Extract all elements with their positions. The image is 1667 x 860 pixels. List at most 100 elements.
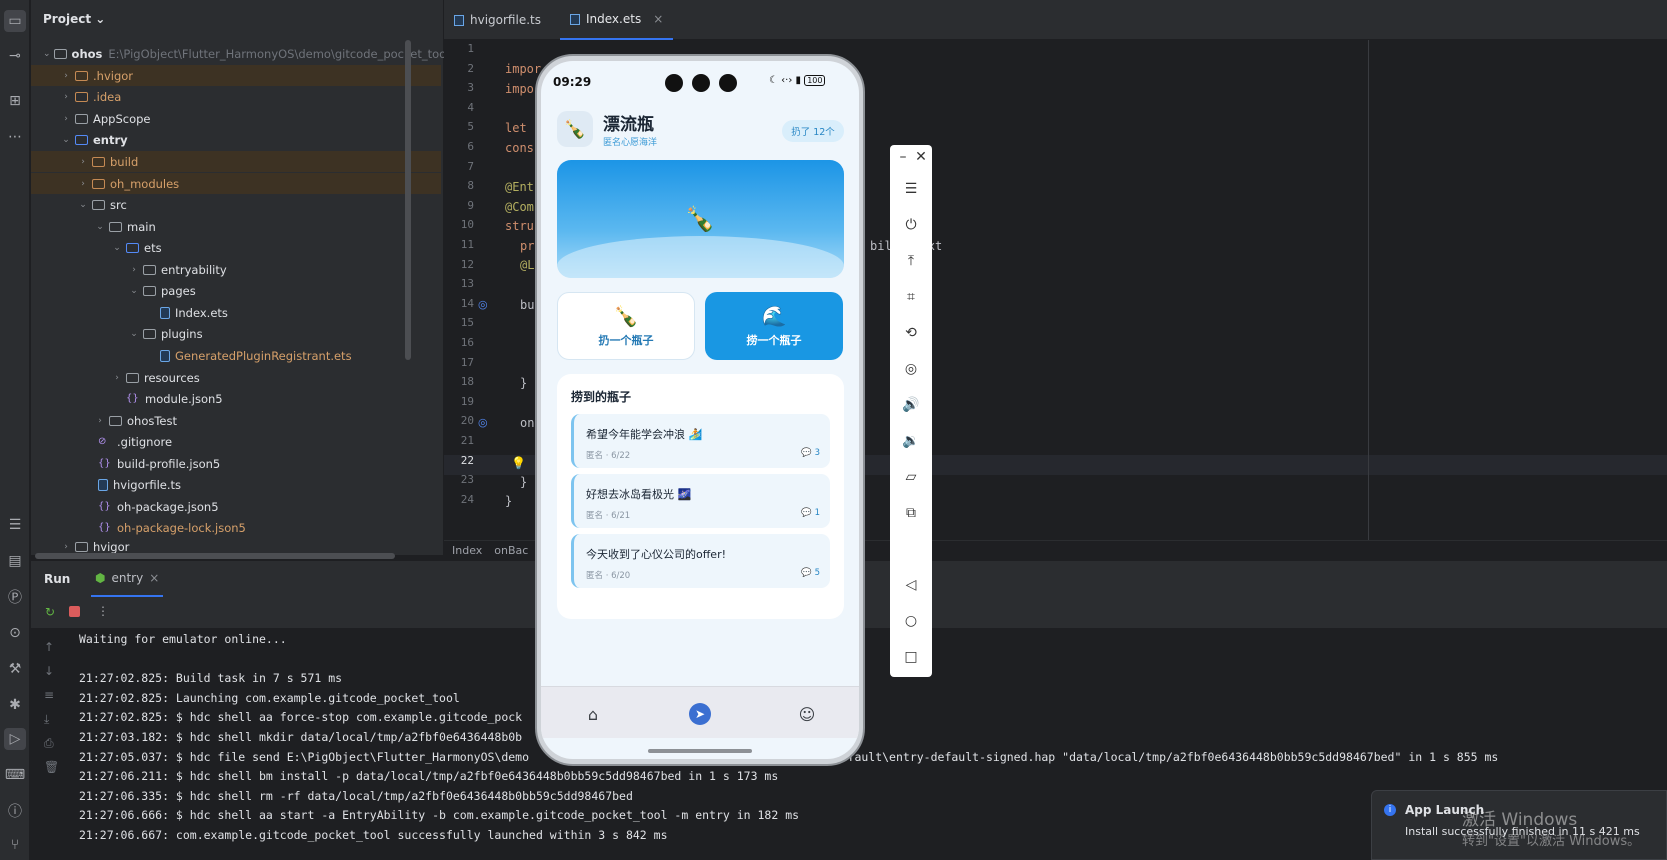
code-line-24: }	[505, 494, 512, 508]
tree-item[interactable]: ⌄ plugins	[31, 323, 441, 344]
profiler-icon[interactable]: Ⓟ	[4, 586, 26, 608]
commit-icon[interactable]: ⊸	[4, 45, 26, 67]
stop-icon[interactable]	[69, 606, 80, 617]
tree-item[interactable]: ⌄ entry	[31, 129, 441, 150]
run-config-tab[interactable]: ⬢ entry ×	[91, 561, 164, 597]
tree-item[interactable]: Index.ets	[31, 302, 441, 323]
rotate-icon[interactable]: ⟲	[890, 325, 932, 341]
close-icon[interactable]: ✕	[900, 149, 942, 165]
home-indicator[interactable]	[648, 749, 752, 753]
more-options-icon[interactable]: ⋮	[97, 604, 109, 618]
tab-index[interactable]: Index.ets ×	[560, 0, 674, 40]
tree-item[interactable]: hvigorfile.ts	[31, 474, 441, 495]
project-folder-icon[interactable]: ▭	[4, 10, 26, 32]
tree-item[interactable]: › ohosTest	[31, 410, 441, 431]
services-icon[interactable]: ⊙	[4, 622, 26, 644]
multi-screen-icon[interactable]: ⧉	[890, 505, 932, 521]
tree-item[interactable]: ⌄ ets	[31, 237, 441, 258]
tree-scrollbar-vertical[interactable]	[405, 40, 411, 360]
crop-icon[interactable]: ⌗	[890, 289, 932, 305]
tree-item[interactable]: › resources	[31, 367, 441, 388]
scroll-up-icon[interactable]: ↑	[44, 640, 54, 654]
tree-item[interactable]: ⊘ .gitignore	[31, 431, 441, 452]
breadcrumb-item[interactable]: onBac	[494, 544, 528, 557]
code-token: stru	[505, 219, 534, 233]
layers-icon[interactable]: ▤	[4, 550, 26, 572]
chevron-down-icon: ⌄	[43, 48, 51, 59]
close-icon[interactable]: ×	[149, 571, 159, 585]
folder-icon	[92, 178, 105, 189]
project-header[interactable]: Project ⌄	[43, 12, 105, 26]
lightbulb-icon[interactable]: 💡	[511, 456, 526, 470]
activation-watermark: 激活 Windows	[1462, 810, 1578, 830]
tree-item[interactable]: GeneratedPluginRegistrant.ets	[31, 345, 441, 366]
upload-icon[interactable]: ⤒	[890, 253, 932, 269]
tree-item[interactable]: › AppScope	[31, 108, 441, 129]
tree-item[interactable]: › .hvigor	[31, 65, 441, 86]
debug-icon[interactable]: ✱	[4, 694, 26, 716]
back-icon[interactable]: ◁	[890, 577, 932, 593]
emulator-toolbar: – ✕ ☰ ⏻ ⤒ ⌗ ⟲ ◎ 🔊 🔉 ▱ ⧉ ◁ ○ □	[890, 145, 932, 677]
volume-up-icon[interactable]: 🔊	[890, 397, 932, 413]
pick-bottle-button[interactable]: 🌊 捞一个瓶子	[705, 292, 843, 360]
tree-root-label: ohos	[71, 46, 103, 61]
wave-shape	[557, 236, 844, 278]
bottle-meta: 匿名 · 6/22	[586, 451, 631, 461]
tree-scrollbar-horizontal[interactable]	[35, 553, 395, 559]
ocean-banner[interactable]: 🍾	[557, 160, 844, 278]
power-icon[interactable]: ⏻	[890, 217, 932, 233]
user-icon[interactable]: ☺	[796, 703, 818, 725]
home-icon[interactable]: ○	[890, 613, 932, 629]
list-item[interactable]: 今天收到了心仪公司的offer! 匿名 · 6/20 💬 5	[571, 534, 830, 588]
code-token: impo	[505, 82, 534, 96]
throw-bottle-button[interactable]: 🍾 扔一个瓶子	[557, 292, 695, 360]
tree-item[interactable]: {} module.json5	[31, 388, 441, 409]
rerun-icon[interactable]: ↻	[45, 605, 55, 619]
overview-icon[interactable]: □	[890, 649, 932, 665]
run-icon[interactable]: ▷	[4, 728, 26, 750]
problems-icon[interactable]: ⓘ	[4, 800, 26, 822]
tree-item[interactable]: ⌄ src	[31, 194, 441, 215]
line-number: 21	[460, 434, 474, 447]
screenshot-icon[interactable]: ◎	[890, 361, 932, 377]
structure-icon[interactable]: ⊞	[4, 90, 26, 112]
volume-down-icon[interactable]: 🔉	[890, 433, 932, 449]
tree-item[interactable]: ⌄ main	[31, 216, 441, 237]
tree-item-label: hvigor	[93, 540, 130, 554]
tree-root[interactable]: ⌄ ohos E:\PigObject\Flutter_HarmonyOS\demo…	[31, 43, 468, 64]
tab-hvigorfile[interactable]: hvigorfile.ts	[444, 0, 551, 40]
scroll-to-end-icon[interactable]: ⤓	[44, 712, 49, 727]
list-item[interactable]: 好想去冰岛看极光 🌌 匿名 · 6/21 💬 1	[571, 474, 830, 528]
close-icon[interactable]: ×	[653, 12, 663, 26]
build-icon[interactable]: ⚒	[4, 658, 26, 680]
tree-item[interactable]: › entryability	[31, 259, 441, 280]
home-icon[interactable]: ⌂	[582, 703, 604, 725]
tree-item[interactable]: › oh_modules	[31, 173, 441, 194]
implement-gutter-icon[interactable]: ◎	[478, 416, 488, 429]
terminal-icon[interactable]: ⌨	[4, 764, 26, 786]
list-item[interactable]: 希望今年能学会冲浪 🏄 匿名 · 6/22 💬 3	[571, 414, 830, 468]
more-icon[interactable]: ⋯	[4, 126, 26, 148]
clear-icon[interactable]: 🗑	[44, 760, 59, 774]
compass-icon[interactable]: ➤	[689, 703, 711, 725]
tree-item-label: entry	[93, 132, 128, 147]
tree-item[interactable]: › build	[31, 151, 441, 172]
implement-gutter-icon[interactable]: ◎	[478, 298, 488, 311]
menu-icon[interactable]: ☰	[890, 181, 932, 197]
todo-icon[interactable]: ☰	[4, 514, 26, 536]
tree-item[interactable]: ⌄ pages	[31, 280, 441, 301]
thrown-count-badge: 扔了 12个	[782, 120, 844, 142]
tree-item[interactable]: {} oh-package.json5	[31, 496, 441, 517]
breadcrumb-item[interactable]: Index	[452, 544, 482, 557]
fold-icon[interactable]: ▱	[890, 469, 932, 485]
git-icon[interactable]: ⑂	[4, 834, 26, 856]
line-number: 22	[460, 453, 474, 467]
line-number: 3	[467, 81, 474, 95]
tree-item[interactable]: {} build-profile.json5	[31, 453, 441, 474]
tree-item[interactable]: › .idea	[31, 86, 441, 107]
tree-item[interactable]: {} oh-package-lock.json5	[31, 517, 441, 538]
print-icon[interactable]: ⎙	[44, 736, 54, 751]
folder-icon	[92, 199, 105, 210]
scroll-down-icon[interactable]: ↓	[44, 664, 54, 678]
soft-wrap-icon[interactable]: ≡	[44, 688, 54, 702]
